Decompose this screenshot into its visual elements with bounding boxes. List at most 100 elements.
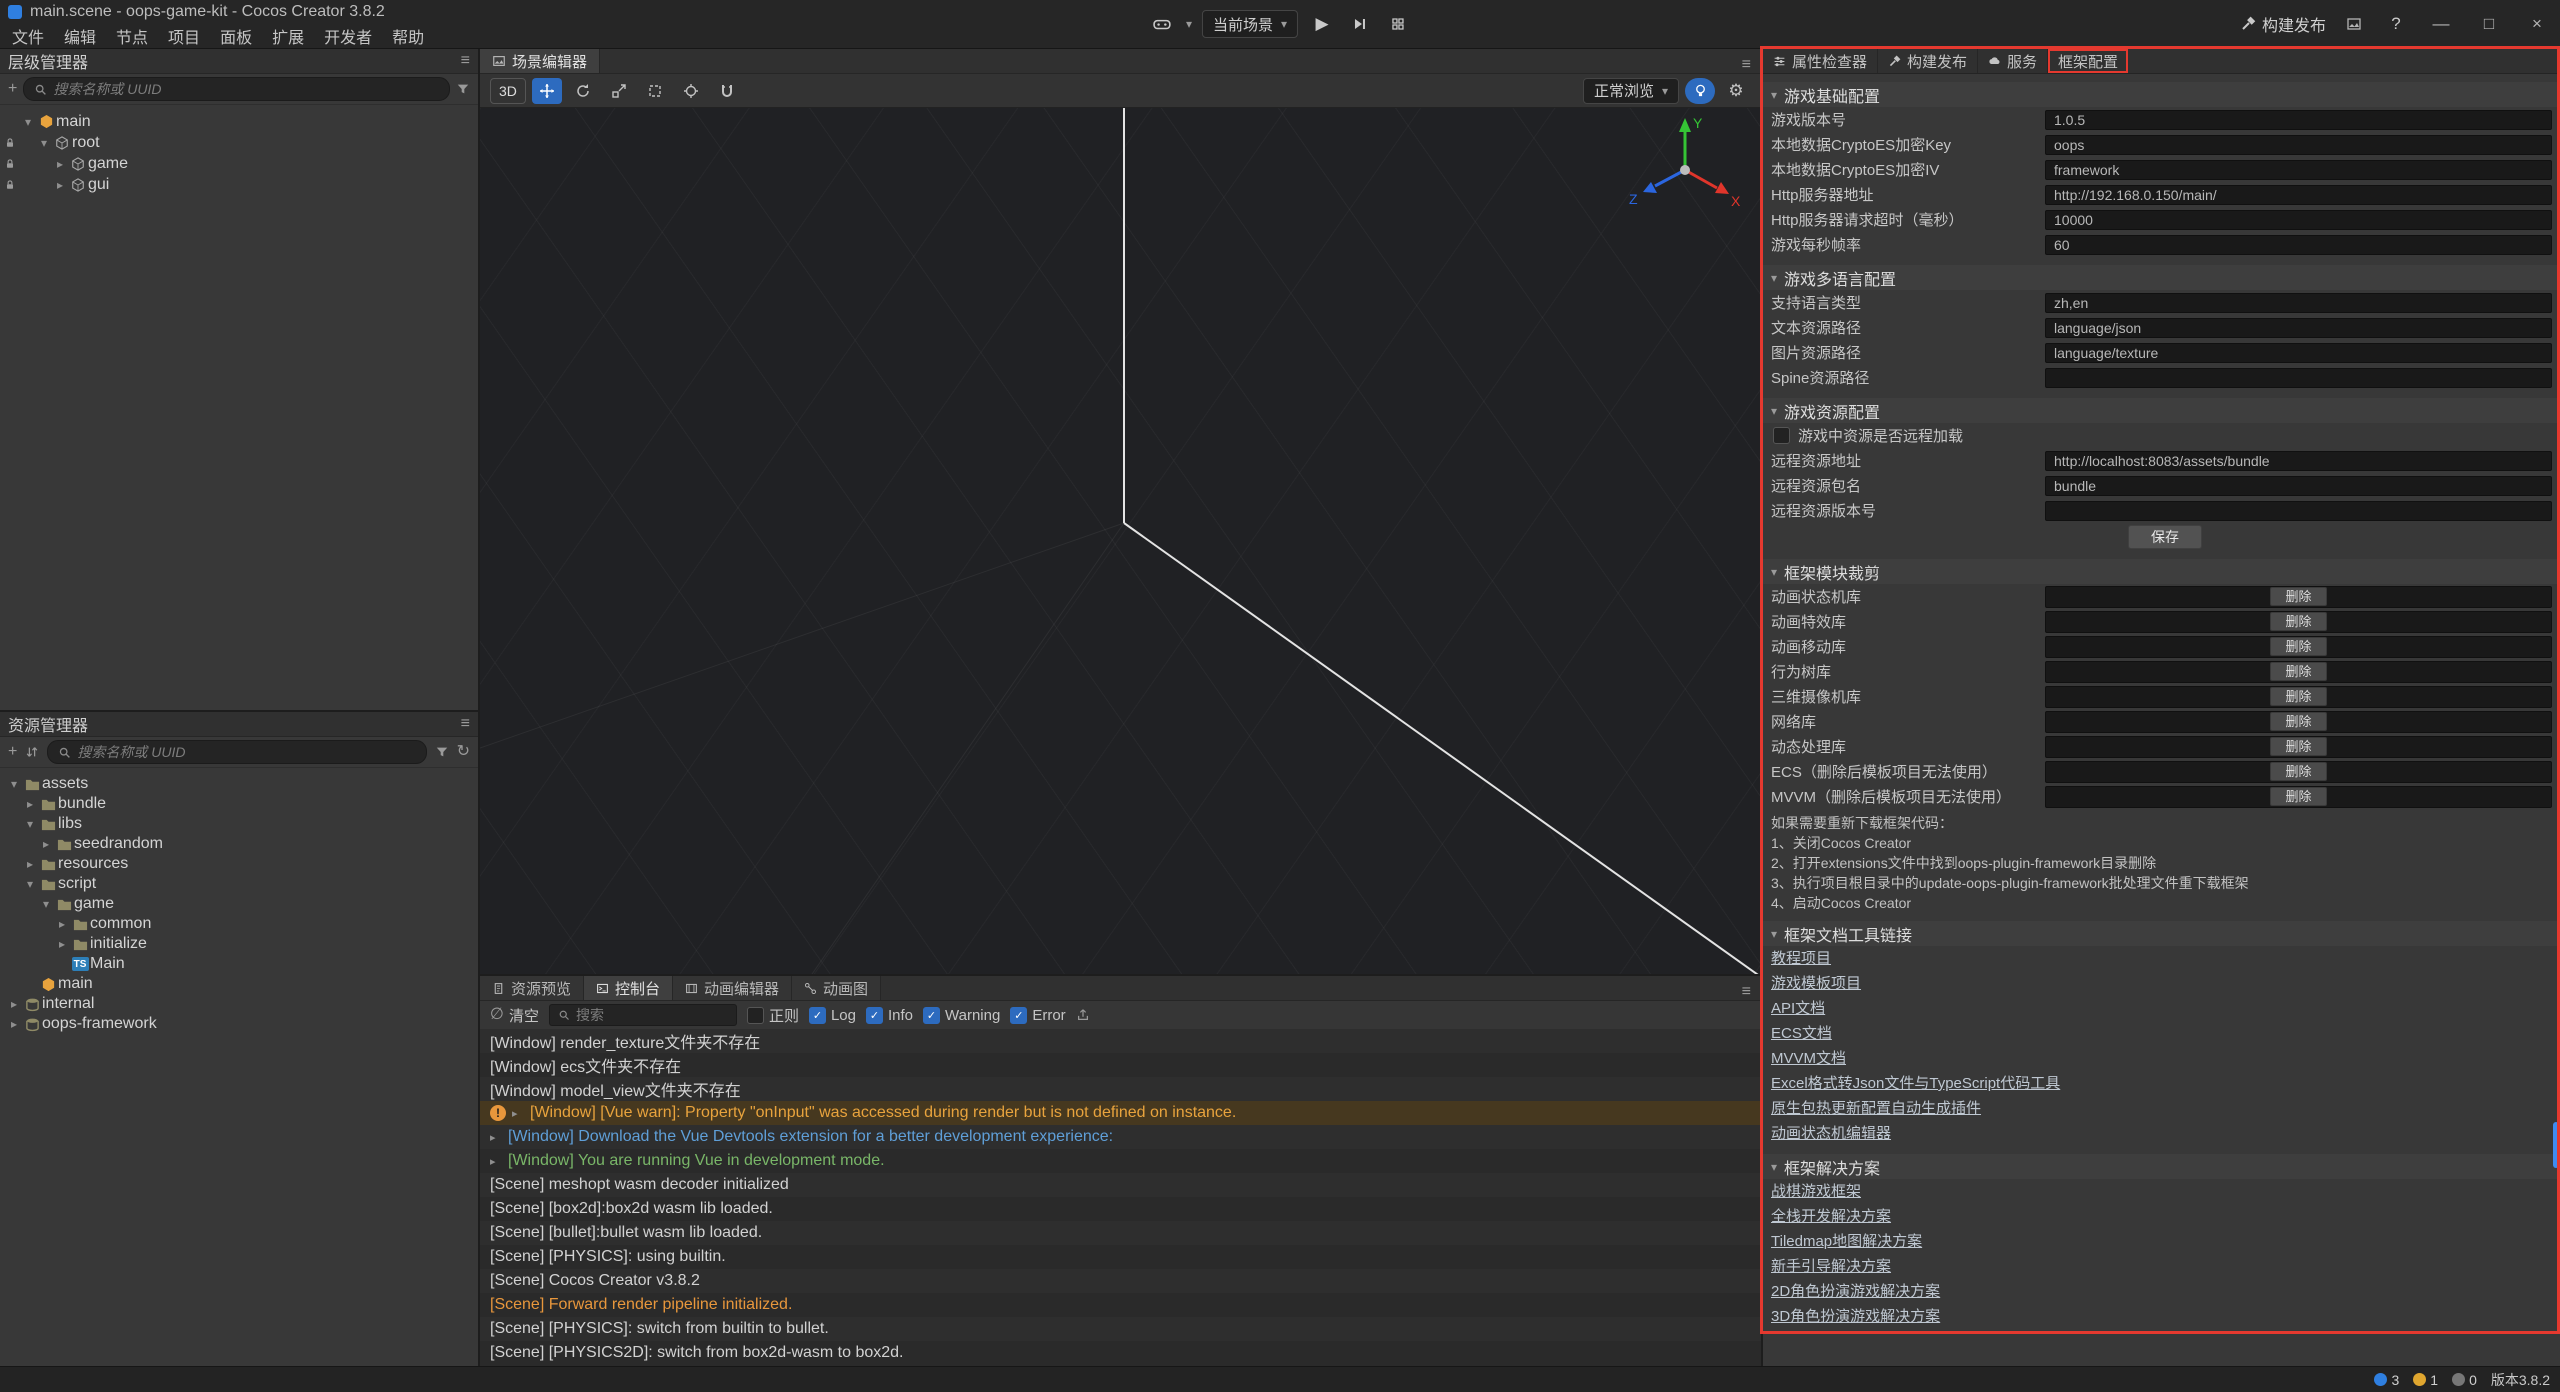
- maximize-button[interactable]: □: [2472, 9, 2506, 39]
- export-log-button[interactable]: [1076, 1007, 1090, 1023]
- spine-path-input[interactable]: [2045, 368, 2552, 388]
- play-button[interactable]: ▶: [1308, 11, 1336, 37]
- expand-caret-icon[interactable]: ▸: [54, 937, 70, 951]
- minimize-button[interactable]: —: [2424, 9, 2458, 39]
- asset-node-oops-framework[interactable]: ▸ oops-framework: [0, 1014, 478, 1034]
- solution-link[interactable]: 3D角色扮演游戏解决方案: [1763, 1304, 2560, 1329]
- delete-button[interactable]: 删除: [2270, 737, 2326, 756]
- delete-button[interactable]: 删除: [2270, 612, 2326, 631]
- tab-console[interactable]: 控制台: [584, 976, 673, 1000]
- tab-asset-preview[interactable]: 资源预览: [480, 976, 584, 1000]
- build-publish-button[interactable]: 构建发布: [2240, 12, 2326, 36]
- menu-project[interactable]: 项目: [158, 24, 210, 48]
- clear-console-button[interactable]: ∅ 清空: [490, 1005, 539, 1026]
- log-row[interactable]: [Scene] [PHYSICS]: using builtin.: [480, 1245, 1761, 1269]
- menu-node[interactable]: 节点: [106, 24, 158, 48]
- menu-developer[interactable]: 开发者: [314, 24, 382, 48]
- doc-link[interactable]: 原生包热更新配置自动生成插件: [1763, 1096, 2560, 1121]
- log-checkbox[interactable]: ✓Log: [809, 1007, 856, 1024]
- doc-link[interactable]: 动画状态机编辑器: [1763, 1121, 2560, 1146]
- help-button[interactable]: ?: [2382, 11, 2410, 37]
- expand-caret-icon[interactable]: ▾: [20, 115, 36, 129]
- remote-version-input[interactable]: [2045, 501, 2552, 521]
- hierarchy-search-input[interactable]: 搜索名称或 UUID: [23, 77, 450, 101]
- log-row[interactable]: [Window] model_view文件夹不存在: [480, 1077, 1761, 1101]
- expand-caret-icon[interactable]: ▾: [6, 777, 22, 791]
- expand-caret-icon[interactable]: ▾: [22, 877, 38, 891]
- http-timeout-input[interactable]: [2045, 210, 2552, 230]
- expand-caret-icon[interactable]: ▾: [38, 897, 54, 911]
- layout-button[interactable]: [1384, 11, 1412, 37]
- asset-node-assets[interactable]: ▾ assets: [0, 774, 478, 794]
- log-row[interactable]: [Scene] meshopt wasm decoder initialized: [480, 1173, 1761, 1197]
- asset-node-common[interactable]: ▸ common: [0, 914, 478, 934]
- warning-counter[interactable]: 1: [2413, 1372, 2438, 1388]
- expand-caret-icon[interactable]: ▾: [36, 136, 52, 150]
- asset-node-resources[interactable]: ▸ resources: [0, 854, 478, 874]
- language-types-input[interactable]: [2045, 293, 2552, 313]
- console-search-input[interactable]: 搜索: [549, 1004, 737, 1026]
- log-row[interactable]: ▸ [Window] You are running Vue in develo…: [480, 1149, 1761, 1173]
- rect-tool-button[interactable]: [640, 78, 670, 104]
- sort-assets-button[interactable]: [25, 744, 39, 760]
- step-button[interactable]: [1346, 11, 1374, 37]
- asset-node-main-ts[interactable]: TS Main: [0, 954, 478, 974]
- delete-button[interactable]: 删除: [2270, 787, 2326, 806]
- scene-light-button[interactable]: [1685, 78, 1715, 104]
- menu-edit[interactable]: 编辑: [54, 24, 106, 48]
- menu-extension[interactable]: 扩展: [262, 24, 314, 48]
- asset-node-initialize[interactable]: ▸ initialize: [0, 934, 478, 954]
- log-row-warning[interactable]: ! ▸ [Window] [Vue warn]: Property "onInp…: [480, 1101, 1761, 1125]
- scene-gizmo-settings-button[interactable]: ⚙: [1721, 78, 1751, 104]
- text-path-input[interactable]: [2045, 318, 2552, 338]
- tab-animation-graph[interactable]: 动画图: [792, 976, 881, 1000]
- expand-caret-icon[interactable]: ▾: [22, 817, 38, 831]
- doc-link[interactable]: API文档: [1763, 996, 2560, 1021]
- log-row[interactable]: [Scene] [bullet]:bullet wasm lib loaded.: [480, 1221, 1761, 1245]
- expand-caret-icon[interactable]: ▸: [6, 1017, 22, 1031]
- log-row[interactable]: [Scene] Cocos Creator v3.8.2: [480, 1269, 1761, 1293]
- hierarchy-node-gui[interactable]: ▸ gui: [0, 174, 478, 195]
- remote-url-input[interactable]: [2045, 451, 2552, 471]
- tab-property-inspector[interactable]: 属性检查器: [1763, 49, 1878, 73]
- mode-3d-button[interactable]: 3D: [490, 78, 526, 104]
- tab-service[interactable]: 服务: [1978, 49, 2048, 73]
- lock-icon[interactable]: [4, 179, 16, 191]
- section-solutions[interactable]: ▾ 框架解决方案: [1763, 1154, 2560, 1179]
- solution-link[interactable]: 战棋游戏框架: [1763, 1179, 2560, 1204]
- scale-tool-button[interactable]: [604, 78, 634, 104]
- section-resource-config[interactable]: ▾ 游戏资源配置: [1763, 398, 2560, 423]
- expand-caret-icon[interactable]: ▸: [52, 157, 68, 171]
- scene-selector[interactable]: 当前场景 ▾: [1202, 10, 1298, 38]
- delete-button[interactable]: 删除: [2270, 762, 2326, 781]
- section-module-trim[interactable]: ▾ 框架模块裁剪: [1763, 559, 2560, 584]
- asset-node-libs[interactable]: ▾ libs: [0, 814, 478, 834]
- tab-framework-config[interactable]: 框架配置: [2048, 49, 2128, 73]
- hierarchy-node-game[interactable]: ▸ game: [0, 153, 478, 174]
- section-base-config[interactable]: ▾ 游戏基础配置: [1763, 82, 2560, 107]
- expand-caret-icon[interactable]: ▸: [490, 1131, 502, 1144]
- close-button[interactable]: ×: [2520, 9, 2554, 39]
- error-counter[interactable]: 0: [2452, 1372, 2477, 1388]
- console-menu-icon[interactable]: ≡: [1742, 984, 1761, 1000]
- asset-node-main-scene[interactable]: main: [0, 974, 478, 994]
- crypto-key-input[interactable]: [2045, 135, 2552, 155]
- error-checkbox[interactable]: ✓Error: [1010, 1007, 1065, 1024]
- snap-tool-button[interactable]: [712, 78, 742, 104]
- solution-link[interactable]: 2D角色扮演游戏解决方案: [1763, 1279, 2560, 1304]
- expand-caret-icon[interactable]: ▸: [54, 917, 70, 931]
- fps-input[interactable]: [2045, 235, 2552, 255]
- remote-bundle-input[interactable]: [2045, 476, 2552, 496]
- regex-checkbox[interactable]: 正则: [747, 1005, 799, 1026]
- menu-file[interactable]: 文件: [2, 24, 54, 48]
- axis-gizmo[interactable]: Y X Z: [1625, 110, 1745, 230]
- asset-node-bundle[interactable]: ▸ bundle: [0, 794, 478, 814]
- preview-image-button[interactable]: [2340, 11, 2368, 37]
- log-row[interactable]: ▸ [Window] Download the Vue Devtools ext…: [480, 1125, 1761, 1149]
- solution-link[interactable]: 新手引导解决方案: [1763, 1254, 2560, 1279]
- delete-button[interactable]: 删除: [2270, 587, 2326, 606]
- delete-button[interactable]: 删除: [2270, 712, 2326, 731]
- device-preview-button[interactable]: [1148, 11, 1176, 37]
- delete-button[interactable]: 删除: [2270, 687, 2326, 706]
- expand-caret-icon[interactable]: ▸: [490, 1155, 502, 1168]
